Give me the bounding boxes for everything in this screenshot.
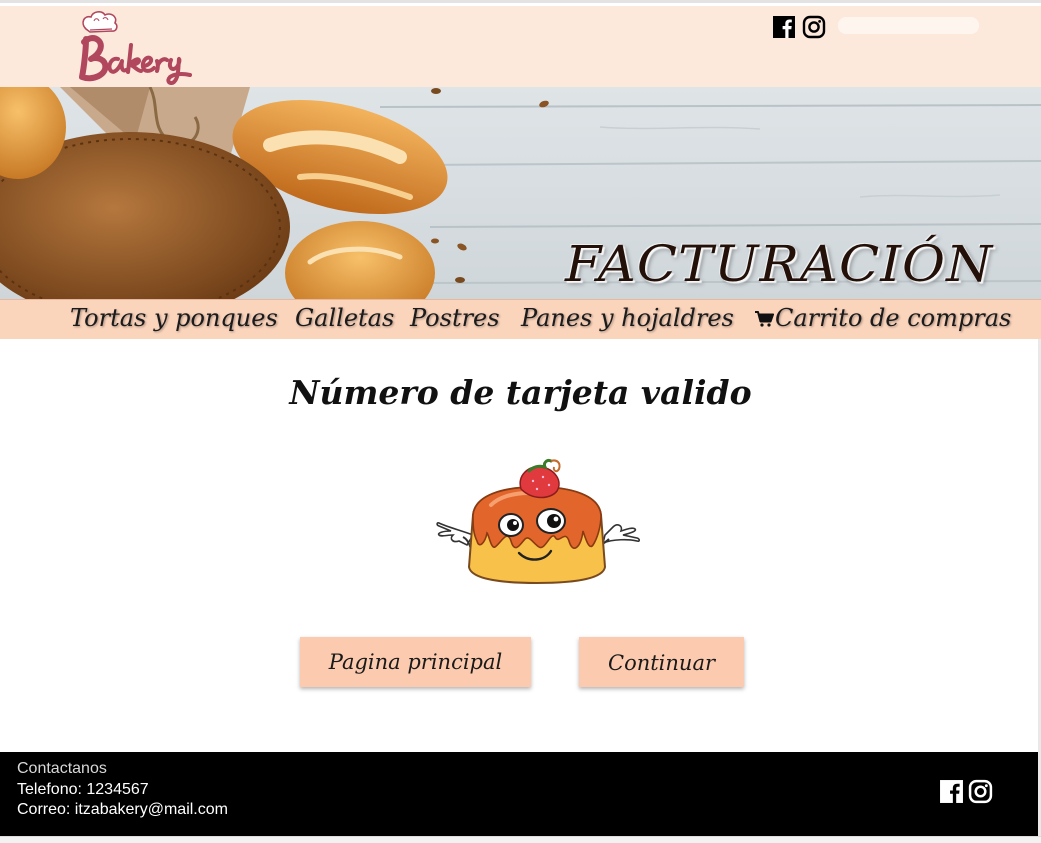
- footer-phone: Telefono: 1234567: [17, 780, 149, 798]
- footer-contact: Contactanos Telefono: 1234567 Correo: it…: [17, 759, 228, 821]
- header-social-links: [772, 15, 826, 39]
- search-input[interactable]: [838, 17, 979, 34]
- nav-item-postres[interactable]: Postres: [410, 300, 500, 340]
- home-page-button[interactable]: Pagina principal: [300, 637, 531, 687]
- site-footer: Contactanos Telefono: 1234567 Correo: it…: [0, 752, 1038, 836]
- nav-item-tortas[interactable]: Tortas y ponques: [70, 300, 278, 340]
- facebook-icon[interactable]: [939, 779, 964, 804]
- banner-title: FACTURACIÓN: [565, 235, 994, 293]
- bakery-logo[interactable]: [78, 9, 204, 86]
- page-title: Número de tarjeta valido: [289, 373, 752, 412]
- window-bottom-edge: [0, 836, 1041, 843]
- main-nav: Tortas y ponques Galletas Postres Panes …: [0, 299, 1041, 339]
- cart-icon: [755, 311, 774, 327]
- continue-button[interactable]: Continuar: [579, 637, 744, 687]
- instagram-icon[interactable]: [802, 15, 826, 39]
- nav-item-cart[interactable]: Carrito de compras: [755, 300, 1011, 340]
- facebook-icon[interactable]: [772, 15, 796, 39]
- site-header: [0, 6, 1041, 87]
- footer-contact-heading: Contactanos: [17, 760, 107, 777]
- flan-mascot-image: [436, 459, 641, 585]
- footer-social-links: [939, 779, 993, 804]
- hero-banner: FACTURACIÓN: [0, 87, 1041, 299]
- nav-item-galletas[interactable]: Galletas: [295, 300, 394, 340]
- page: FACTURACIÓN Tortas y ponques Galletas Po…: [0, 0, 1041, 843]
- footer-email: Correo: itzabakery@mail.com: [17, 801, 228, 818]
- instagram-icon[interactable]: [968, 779, 993, 804]
- nav-item-panes[interactable]: Panes y hojaldres: [521, 300, 734, 340]
- nav-item-cart-label: Carrito de compras: [775, 304, 1012, 332]
